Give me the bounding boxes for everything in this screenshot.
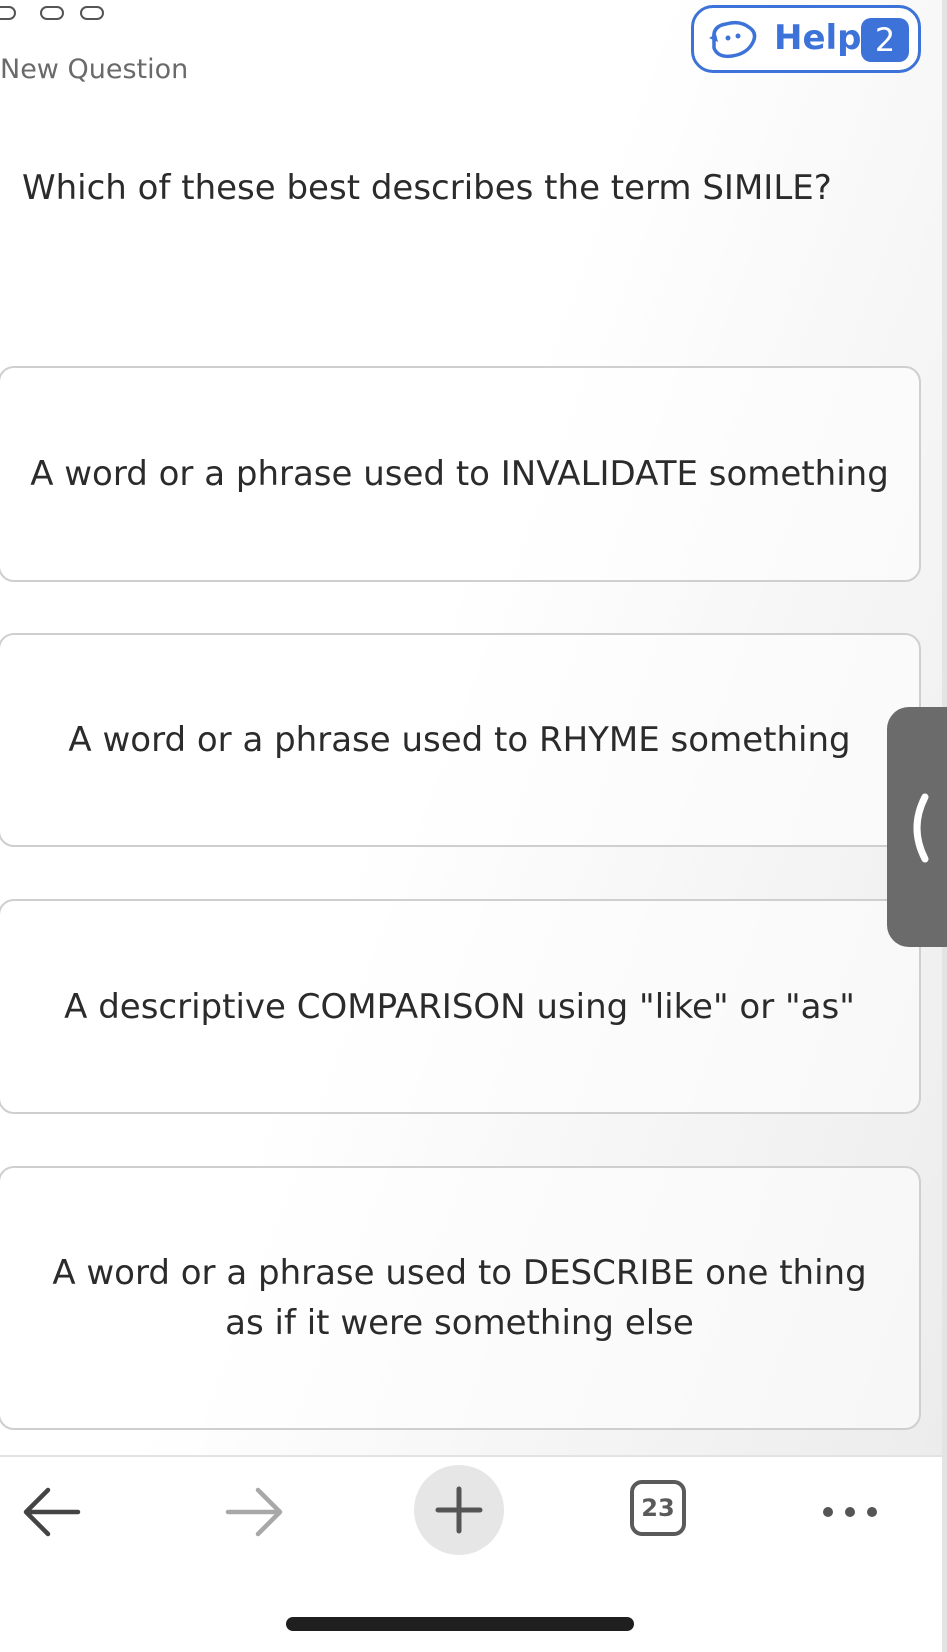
toolbar-divider [0, 1455, 947, 1457]
answer-option-2[interactable]: A word or a phrase used to RHYME somethi… [0, 633, 921, 847]
back-button[interactable] [18, 1477, 98, 1547]
new-tab-button[interactable] [414, 1465, 504, 1555]
answer-option-3[interactable]: A descriptive COMPARISON using "like" or… [0, 899, 921, 1114]
chevron-left-icon [913, 793, 929, 863]
arrow-right-icon [225, 1487, 283, 1537]
answer-option-4[interactable]: A word or a phrase used to DESCRIBE one … [0, 1166, 921, 1430]
window-dot-icon [0, 6, 16, 20]
answer-option-text: A descriptive COMPARISON using "like" or… [64, 986, 855, 1027]
help-label: Help [774, 18, 862, 58]
question-mascot-icon [709, 20, 757, 59]
arrow-left-icon [23, 1487, 81, 1537]
question-text: Which of these best describes the term S… [22, 168, 832, 208]
answer-option-text: A word or a phrase used to DESCRIBE one … [52, 1253, 867, 1343]
plus-icon [435, 1486, 483, 1534]
answer-option-1[interactable]: A word or a phrase used to INVALIDATE so… [0, 366, 921, 582]
home-indicator [286, 1617, 634, 1631]
help-count-badge: 2 [861, 18, 909, 62]
answer-option-text: A word or a phrase used to RHYME somethi… [68, 720, 851, 760]
tabs-button[interactable]: 23 [630, 1480, 692, 1542]
page-title: New Question [0, 54, 189, 85]
window-dot-icon [40, 6, 64, 20]
more-menu-button[interactable] [816, 1477, 896, 1547]
tab-count: 23 [630, 1480, 686, 1536]
window-dot-icon [80, 6, 104, 20]
forward-button[interactable] [220, 1477, 300, 1547]
help-button[interactable]: Help 2 [691, 5, 921, 73]
answer-option-text: A word or a phrase used to INVALIDATE so… [30, 454, 889, 494]
side-panel-toggle[interactable] [887, 707, 947, 947]
more-horizontal-icon [823, 1507, 877, 1517]
